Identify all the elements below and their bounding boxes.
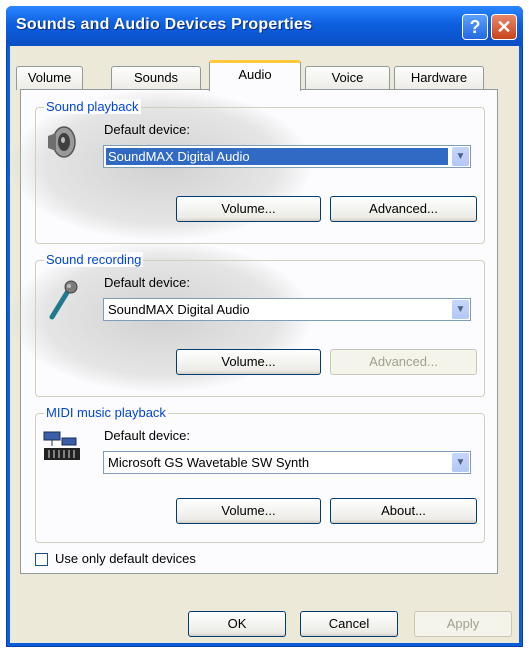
recording-device-value: SoundMAX Digital Audio	[108, 302, 250, 317]
microphone-icon	[49, 280, 78, 320]
ok-button[interactable]: OK	[188, 611, 286, 637]
chevron-down-icon[interactable]: ▼	[452, 147, 469, 166]
recording-advanced-button[interactable]: Advanced...	[330, 349, 477, 375]
midi-playback-label: MIDI music playback	[44, 405, 168, 420]
playback-volume-button[interactable]: Volume...	[176, 196, 321, 222]
midi-keyboard-icon	[43, 431, 80, 460]
tab-audio[interactable]: Audio	[209, 60, 301, 91]
recording-volume-button[interactable]: Volume...	[176, 349, 321, 375]
playback-device-dropdown[interactable]: SoundMAX Digital Audio ▼	[103, 145, 471, 168]
tab-strip: Volume Sounds Audio Voice Hardware	[16, 60, 513, 91]
tab-volume[interactable]: Volume	[16, 66, 83, 90]
playback-advanced-button[interactable]: Advanced...	[330, 196, 477, 222]
dialog-client: Volume Sounds Audio Voice Hardware Sound…	[10, 46, 519, 643]
tab-voice[interactable]: Voice	[305, 66, 390, 90]
window-title: Sounds and Audio Devices Properties	[16, 16, 313, 33]
apply-button[interactable]: Apply	[414, 611, 512, 637]
midi-device-value: Microsoft GS Wavetable SW Synth	[108, 455, 310, 470]
midi-about-button[interactable]: About...	[330, 498, 477, 524]
recording-device-dropdown[interactable]: SoundMAX Digital Audio ▼	[103, 298, 471, 321]
default-devices-checkbox[interactable]	[35, 553, 48, 566]
playback-default-device-label: Default device:	[104, 122, 190, 137]
title-bar[interactable]: Sounds and Audio Devices Properties ? ✕	[6, 6, 523, 46]
playback-device-value: SoundMAX Digital Audio	[106, 148, 448, 165]
sound-recording-label: Sound recording	[44, 252, 144, 267]
close-button[interactable]: ✕	[491, 14, 517, 40]
tab-hardware[interactable]: Hardware	[394, 66, 484, 90]
midi-device-dropdown[interactable]: Microsoft GS Wavetable SW Synth ▼	[103, 451, 471, 474]
midi-default-device-label: Default device:	[104, 428, 190, 443]
chevron-down-icon[interactable]: ▼	[452, 453, 469, 472]
cancel-button[interactable]: Cancel	[300, 611, 398, 637]
sound-recording-group: Sound recording Default device: SoundMAX…	[35, 252, 485, 397]
tab-sounds[interactable]: Sounds	[111, 66, 201, 90]
help-button[interactable]: ?	[462, 14, 488, 40]
recording-default-device-label: Default device:	[104, 275, 190, 290]
speaker-icon	[48, 126, 76, 158]
default-devices-label[interactable]: Use only default devices	[55, 551, 196, 566]
midi-playback-group: MIDI music playback Default device: Micr…	[35, 405, 485, 543]
sound-playback-group: Sound playback Default device: SoundMAX …	[35, 99, 485, 244]
audio-tab-panel: Sound playback Default device: SoundMAX …	[11, 89, 498, 574]
chevron-down-icon[interactable]: ▼	[452, 300, 469, 319]
properties-window: Sounds and Audio Devices Properties ? ✕ …	[6, 6, 523, 647]
midi-volume-button[interactable]: Volume...	[176, 498, 321, 524]
sound-playback-label: Sound playback	[44, 99, 141, 114]
